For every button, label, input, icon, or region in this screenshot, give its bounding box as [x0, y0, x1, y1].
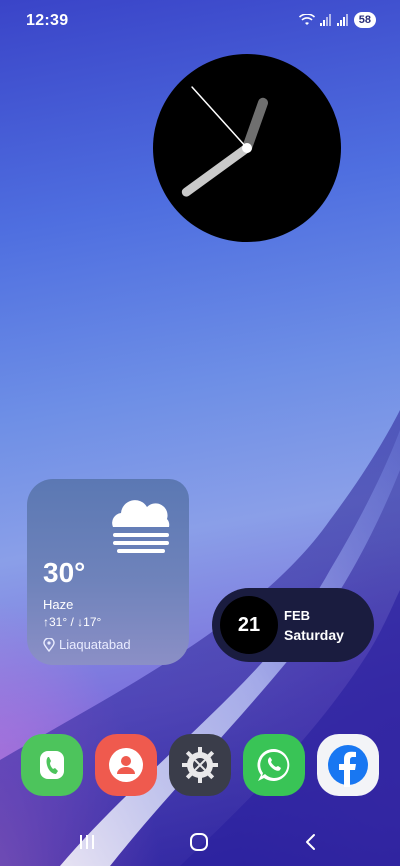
hour-hand	[242, 97, 268, 153]
recents-button[interactable]	[72, 830, 102, 854]
navigation-bar	[0, 818, 400, 866]
weather-temperature: 30°	[43, 557, 86, 588]
weather-range: ↑31° / ↓17°	[43, 615, 102, 629]
contacts-app[interactable]	[95, 734, 157, 796]
location-pin-icon	[43, 637, 55, 652]
status-time: 12:39	[26, 12, 69, 29]
battery-badge: 58	[353, 12, 376, 28]
date-weekday: Saturday	[284, 627, 344, 643]
signal-icon	[336, 14, 348, 26]
back-icon	[306, 834, 315, 850]
contacts-icon	[109, 748, 143, 782]
clock-center	[242, 143, 252, 153]
weather-condition: Haze	[43, 597, 74, 612]
second-hand	[191, 86, 248, 149]
haze-cloud-icon	[112, 500, 170, 553]
weather-widget[interactable]: 30° Haze ↑31° / ↓17° Liaquatabad	[27, 479, 189, 665]
app-dock	[0, 734, 400, 798]
whatsapp-app[interactable]	[243, 734, 305, 796]
wifi-icon	[298, 14, 315, 25]
date-month: FEB	[284, 608, 310, 623]
status-icons: 58	[298, 12, 376, 28]
facebook-icon	[328, 745, 368, 787]
weather-location-label: Liaquatabad	[59, 637, 131, 652]
minute-hand	[181, 143, 252, 197]
recents-icon	[80, 835, 94, 849]
gear-icon	[182, 747, 218, 783]
settings-app[interactable]	[169, 734, 231, 796]
analog-clock-widget[interactable]	[153, 54, 341, 242]
facebook-app[interactable]	[317, 734, 379, 796]
back-button[interactable]	[296, 830, 326, 854]
phone-icon	[40, 751, 64, 779]
clock-face	[181, 86, 268, 197]
date-widget[interactable]: 21 FEB Saturday	[212, 588, 374, 662]
home-button[interactable]	[184, 830, 214, 854]
home-icon	[190, 833, 208, 851]
phone-app[interactable]	[21, 734, 83, 796]
date-day-number: 21	[220, 596, 278, 654]
status-bar: 12:39 58	[0, 0, 400, 42]
weather-location: Liaquatabad	[43, 637, 131, 652]
signal-icon	[319, 14, 331, 26]
whatsapp-icon	[257, 748, 290, 781]
